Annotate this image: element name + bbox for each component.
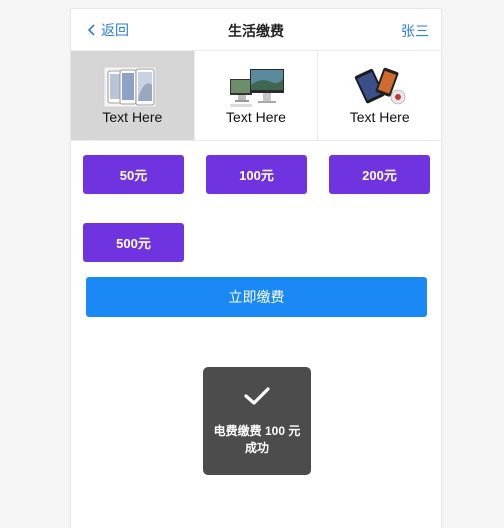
navbar: 返回 生活缴费 张三 xyxy=(71,9,441,51)
product-item-desktop[interactable]: Text Here xyxy=(195,51,319,140)
product-item-tablet[interactable]: Text Here xyxy=(318,51,441,140)
pay-now-button[interactable]: 立即缴费 xyxy=(86,277,427,317)
product-label: Text Here xyxy=(102,109,163,125)
desktop-image-icon xyxy=(230,69,284,107)
toast-message: 电费缴费 100 元成功 xyxy=(213,424,301,455)
amount-button-100[interactable]: 100元 xyxy=(206,155,307,194)
page-title: 生活缴费 xyxy=(228,23,284,39)
phone-image-icon xyxy=(103,66,157,108)
checkmark-icon xyxy=(244,387,270,405)
product-item-phone[interactable]: Text Here xyxy=(71,51,195,140)
product-selector: Text Here Text Here Text Here xyxy=(71,51,441,141)
amount-button-50[interactable]: 50元 xyxy=(83,155,184,194)
tablet-image-icon xyxy=(354,67,405,105)
amount-button-200[interactable]: 200元 xyxy=(329,155,430,194)
amount-button-500[interactable]: 500元 xyxy=(83,223,184,262)
product-label: Text Here xyxy=(226,109,286,125)
user-name-link[interactable]: 张三 xyxy=(401,21,429,41)
app-screen: 返回 生活缴费 张三 Text Here Text Here Text Here… xyxy=(70,8,442,528)
success-toast: 电费缴费 100 元成功 xyxy=(203,367,311,475)
product-label: Text Here xyxy=(349,109,410,125)
